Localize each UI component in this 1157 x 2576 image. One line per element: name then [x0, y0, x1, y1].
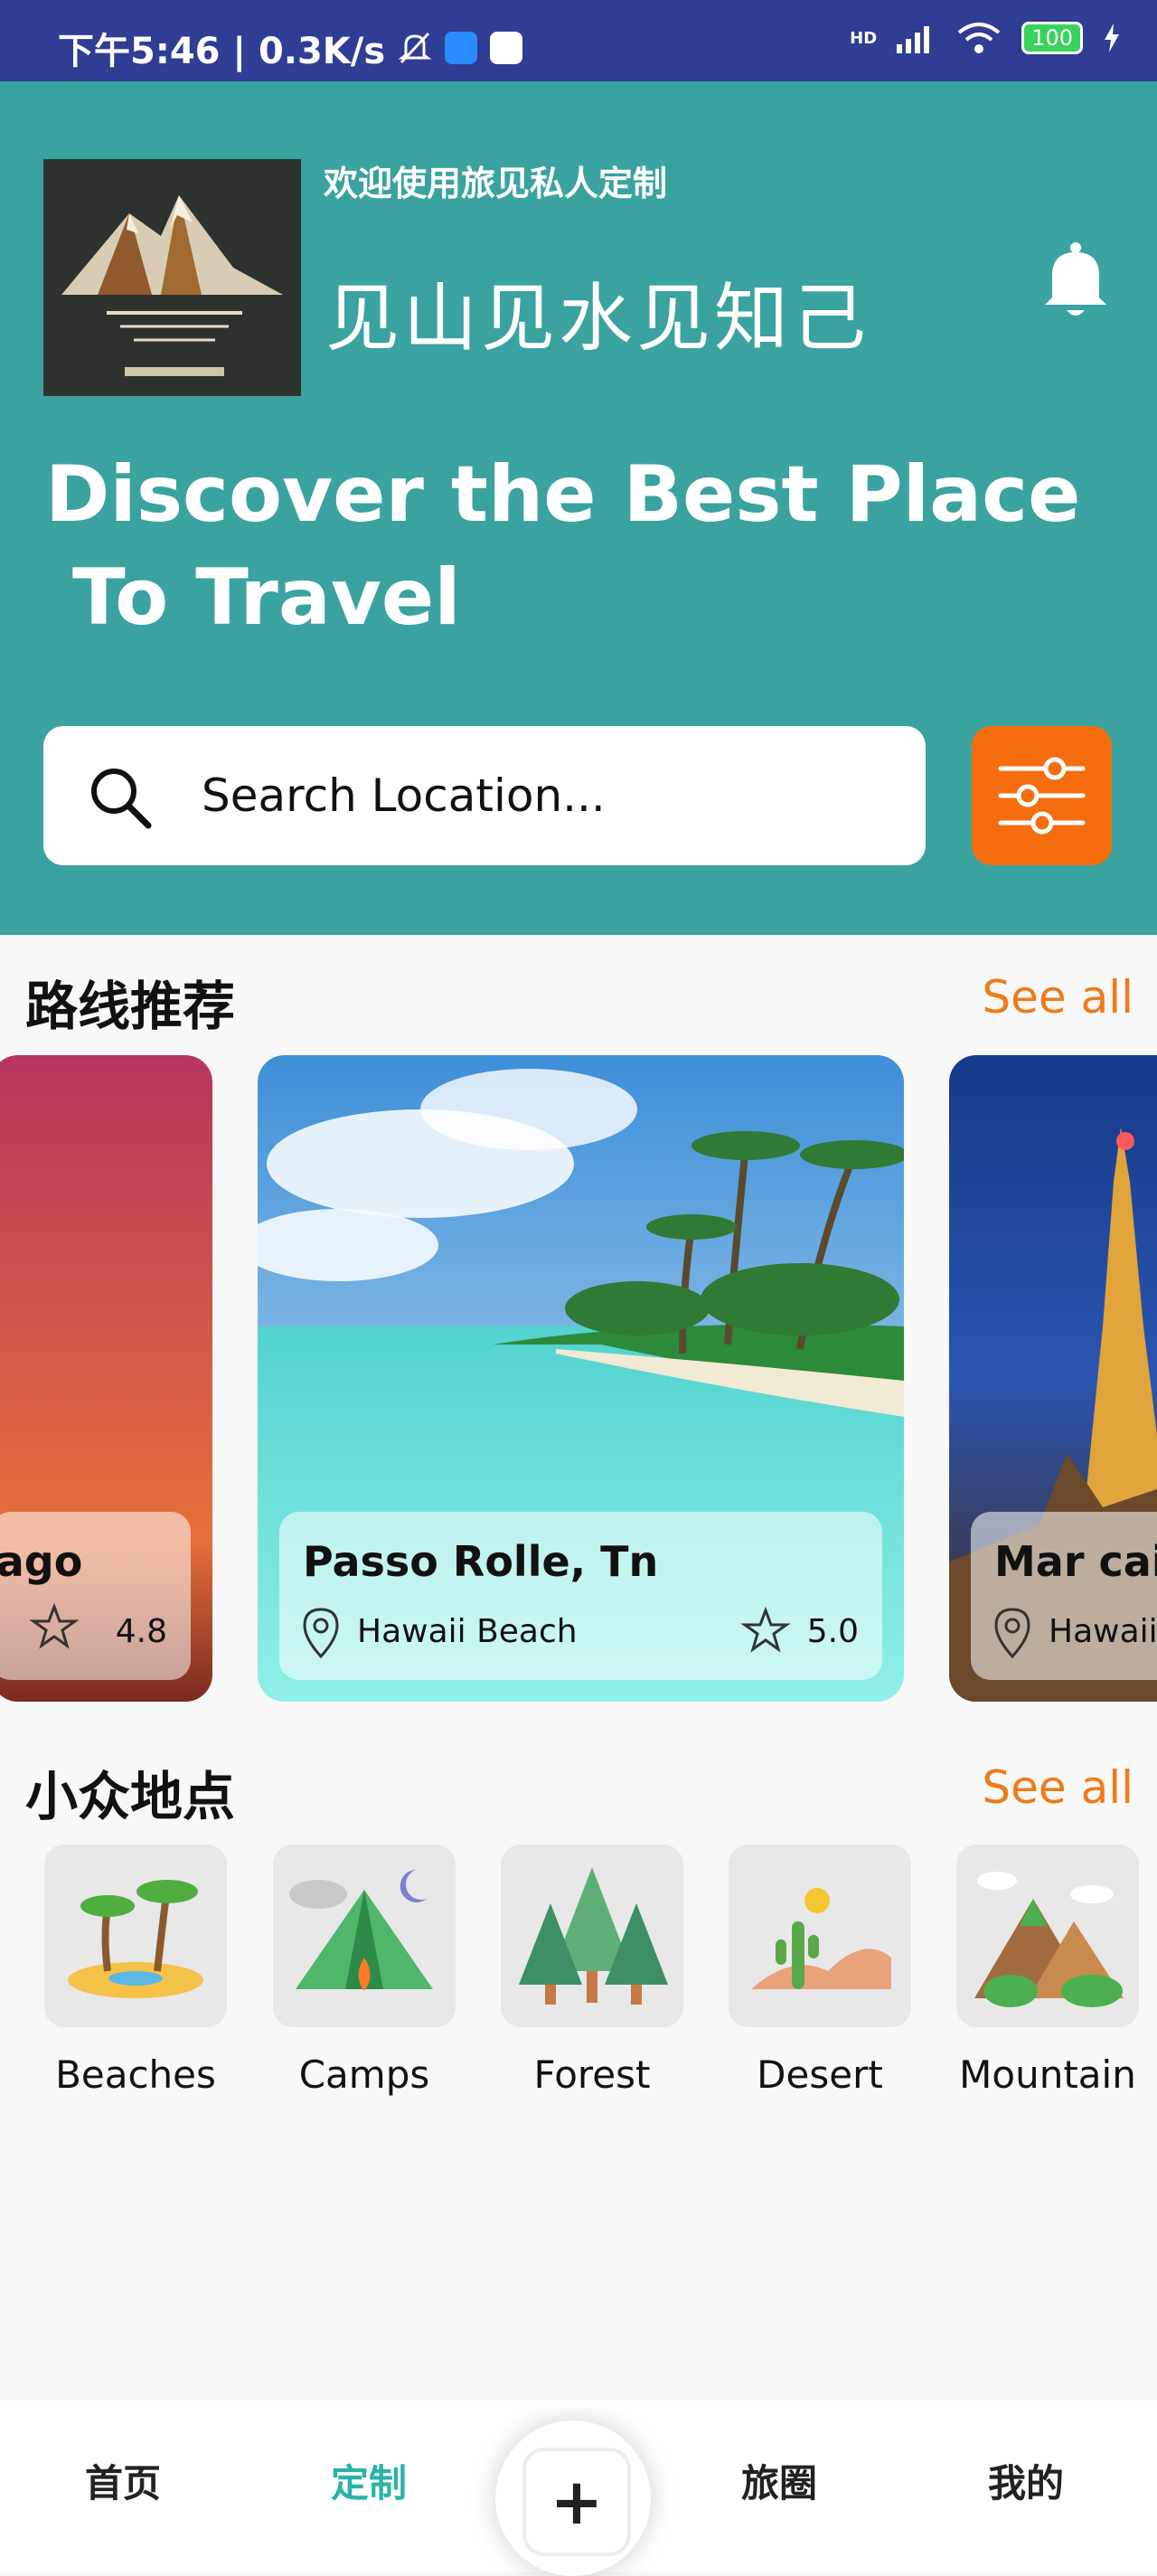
card-title: Mar caib: [994, 1537, 1157, 1586]
mountain-icon: [956, 1845, 1139, 2027]
card-location: Hawaii Beach: [357, 1613, 578, 1650]
filter-button[interactable]: [972, 726, 1112, 865]
card-title: Passo Rolle, Tn: [303, 1537, 659, 1586]
category-beaches[interactable]: Beaches: [44, 1845, 227, 2097]
card-rating: 5.0: [806, 1613, 859, 1650]
nav-circle[interactable]: 旅圈: [741, 2453, 817, 2508]
card-info-panel: lago 4.8: [0, 1512, 191, 1680]
headline: Discover the Best Place To Travel: [45, 443, 1080, 649]
status-time: 下午5:46 | 0.3K/s: [58, 31, 386, 72]
bottom-nav: 首页 定制 + 旅圈 我的: [0, 2401, 1157, 2576]
niche-see-all-link[interactable]: See all: [982, 1761, 1133, 1814]
routes-title: 路线推荐: [25, 976, 236, 1037]
card-location: Hawaii: [1049, 1613, 1157, 1650]
routes-see-all-link[interactable]: See all: [982, 971, 1133, 1024]
battery-indicator: 100: [1021, 22, 1083, 54]
signal-icon: [897, 26, 930, 53]
card-rating: 4.8: [115, 1613, 167, 1650]
signal-hd-label: HD: [850, 28, 878, 48]
status-left: 下午5:46 | 0.3K/s: [58, 22, 523, 74]
card-info-panel: Mar caib Hawaii: [971, 1512, 1157, 1680]
search-icon: [91, 769, 152, 829]
star-icon: [29, 1602, 80, 1649]
headline-line-1: Discover the Best Place: [45, 449, 1081, 540]
category-camps[interactable]: Camps: [273, 1845, 456, 2097]
message-app-icon: [445, 32, 478, 64]
bell-icon[interactable]: [1039, 240, 1112, 321]
logo-mountain-art: [43, 159, 301, 396]
sliders-icon: [998, 757, 1086, 835]
desert-icon: [729, 1845, 911, 2027]
nav-home[interactable]: 首页: [85, 2453, 161, 2508]
search-bar[interactable]: Search Location...: [43, 726, 926, 865]
tent-icon: [273, 1845, 456, 2027]
charging-icon: [1105, 24, 1119, 52]
card-info-panel: Passo Rolle, Tn Hawaii Beach 5.0: [279, 1512, 882, 1680]
status-right: HD 100: [850, 22, 1121, 54]
category-label: Mountain: [959, 2052, 1136, 2097]
category-label: Camps: [298, 2052, 430, 2097]
search-placeholder: Search Location...: [202, 769, 606, 822]
forest-icon: [501, 1845, 683, 2027]
add-button[interactable]: +: [495, 2420, 651, 2576]
category-mountain[interactable]: Mountain: [956, 1845, 1139, 2097]
route-card[interactable]: Mar caib Hawaii: [949, 1055, 1157, 1702]
star-icon: [740, 1606, 791, 1653]
app-logo: [43, 159, 301, 396]
route-card[interactable]: lago 4.8: [0, 1055, 212, 1702]
niche-title: 小众地点: [25, 1766, 236, 1827]
card-title: lago: [0, 1537, 83, 1586]
location-pin-icon: [303, 1608, 339, 1659]
wifi-icon: [957, 23, 1001, 53]
status-bar: 下午5:46 | 0.3K/s HD 100: [0, 0, 1157, 81]
plus-icon: +: [522, 2448, 631, 2556]
category-label: Beaches: [55, 2052, 216, 2097]
headline-line-2: To Travel: [45, 552, 461, 643]
brand-title: 见山见水见知己: [325, 276, 870, 362]
welcome-text: 欢迎使用旅见私人定制: [324, 164, 668, 203]
category-desert[interactable]: Desert: [729, 1845, 911, 2097]
hero-header: 欢迎使用旅见私人定制 见山见水见知己 Discover the Best Pla…: [0, 81, 1157, 935]
beach-icon: [44, 1845, 227, 2027]
location-pin-icon: [994, 1608, 1030, 1659]
category-label: Desert: [757, 2052, 883, 2097]
nav-mine[interactable]: 我的: [988, 2453, 1064, 2508]
nav-custom[interactable]: 定制: [331, 2453, 407, 2508]
qq-app-icon: [490, 32, 523, 64]
route-card[interactable]: Passo Rolle, Tn Hawaii Beach 5.0: [258, 1055, 904, 1702]
category-forest[interactable]: Forest: [501, 1845, 683, 2097]
mute-bell-icon: [398, 32, 432, 64]
category-label: Forest: [533, 2052, 651, 2097]
